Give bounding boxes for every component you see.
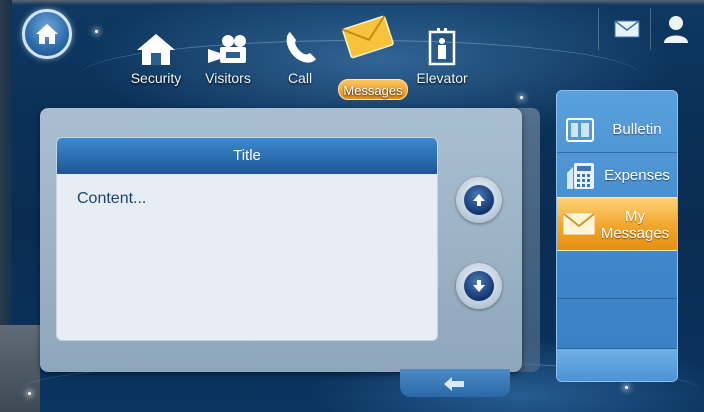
sidebar-item-my-messages[interactable]: My Messages (557, 197, 677, 251)
divider (598, 8, 599, 50)
back-button[interactable] (400, 369, 510, 397)
phone-icon (264, 22, 336, 66)
sidebar-empty-slot (557, 253, 677, 299)
return-arrow-icon (444, 377, 464, 391)
decor-sparkle (520, 96, 523, 99)
mail-icon (614, 20, 640, 38)
sidebar-footer (557, 349, 677, 381)
video-camera-icon (192, 22, 264, 66)
nav-label: Elevator (416, 70, 468, 86)
bezel-top (0, 0, 704, 5)
nav-label: Messages (338, 79, 408, 100)
scroll-up-button[interactable] (456, 177, 502, 223)
home-button[interactable] (22, 9, 72, 59)
message-title: Title (57, 138, 437, 174)
nav-visitors[interactable]: Visitors (192, 22, 264, 100)
arrow-up-icon (473, 194, 485, 206)
nav-label: Security (130, 70, 182, 86)
mail-status-button[interactable] (614, 19, 640, 39)
nav-call[interactable]: Call (264, 22, 336, 100)
envelope-icon (563, 212, 595, 240)
sidebar-item-bulletin[interactable]: Bulletin (557, 105, 677, 153)
nav-security[interactable]: Security (120, 22, 192, 100)
divider (650, 8, 651, 50)
envelope-icon (332, 15, 404, 62)
message-card: Title Content... (56, 137, 438, 341)
bezel-bottom-left (0, 325, 40, 412)
nav-messages[interactable]: Messages (332, 15, 408, 100)
sidebar-item-expenses[interactable]: Expenses (557, 151, 677, 199)
message-panel: Title Content... (40, 108, 522, 372)
decor-sparkle (28, 392, 31, 395)
message-content: Content... (77, 190, 147, 207)
decor-sparkle (95, 30, 98, 33)
nav-label: Call (287, 70, 313, 86)
home-icon (36, 24, 58, 44)
sidebar-empty-slot (557, 299, 677, 349)
arrow-down-icon (473, 280, 485, 292)
screen: Security Visitors Call Messages Elevator… (0, 0, 704, 412)
nav-elevator[interactable]: Elevator (406, 22, 478, 100)
nav-label: Visitors (205, 70, 251, 86)
house-icon (120, 22, 192, 66)
calculator-icon (565, 161, 595, 189)
bulletin-icon (565, 115, 595, 143)
scroll-down-button[interactable] (456, 263, 502, 309)
sidebar-item-label: Bulletin (612, 120, 662, 138)
user-button[interactable] (662, 14, 690, 44)
decor-sparkle (625, 386, 628, 389)
sidebar-item-label: Expenses (604, 166, 670, 184)
sidebar: Bulletin Expenses My Messages (556, 90, 678, 382)
sidebar-item-label: My Messages (600, 208, 670, 242)
elevator-icon (406, 22, 478, 66)
user-icon (664, 16, 688, 43)
